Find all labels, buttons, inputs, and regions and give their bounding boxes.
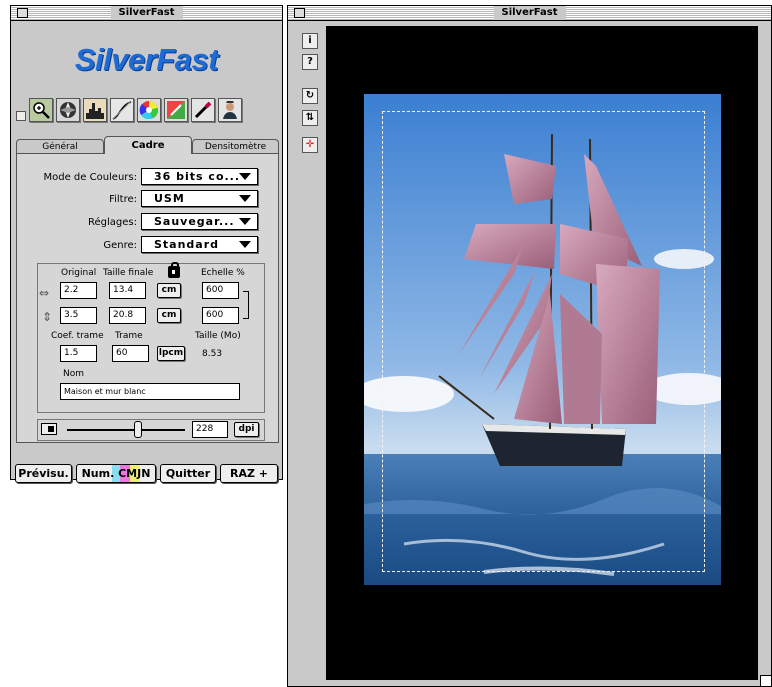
tab-cadre[interactable]: Cadre [104, 136, 192, 154]
raz-button[interactable]: RAZ + [220, 464, 278, 483]
mode-popup[interactable]: 36 bits co... [141, 168, 258, 185]
resolution-slider-track[interactable] [67, 429, 185, 431]
control-window-titlebar[interactable]: SilverFast [11, 6, 282, 21]
popup-arrow-icon [239, 218, 251, 225]
flip-icon[interactable]: ⇅ [302, 110, 318, 126]
width-taille-field[interactable]: 13.4 [109, 282, 146, 299]
filtre-label: Filtre: [109, 194, 137, 205]
tab-densitometre[interactable]: Densitomètre [192, 139, 279, 153]
resolution-unit-button[interactable]: dpi [234, 422, 259, 437]
reglages-label: Réglages: [88, 217, 137, 228]
height-unit-button[interactable]: cm [157, 308, 181, 323]
width-original-field[interactable]: 2.2 [60, 282, 97, 299]
pipette-icon[interactable] [191, 98, 215, 122]
tab-bar: Général Cadre Densitomètre [16, 136, 279, 154]
mode-value: 36 bits co... [154, 170, 241, 183]
height-original-field[interactable]: 3.5 [60, 307, 97, 324]
reglages-value: Sauvegar... [154, 215, 235, 228]
tool-toolbar [11, 98, 284, 126]
scanner-operator-icon[interactable] [218, 98, 242, 122]
info-icon[interactable]: i [302, 33, 318, 49]
original-header: Original [61, 268, 97, 278]
preview-window-title: SilverFast [493, 6, 566, 20]
help-icon[interactable]: ? [302, 54, 318, 70]
silverfast-logo: SilverFast [74, 42, 219, 77]
genre-popup[interactable]: Standard [141, 236, 258, 253]
close-box-icon[interactable] [294, 8, 305, 18]
height-scale-field[interactable]: 600 [202, 307, 239, 324]
taille-finale-header: Taille finale [103, 268, 154, 278]
scale-link-bracket [243, 291, 249, 319]
lock-icon[interactable] [168, 262, 180, 278]
width-arrow-icon: ⇔ [39, 286, 50, 300]
resize-handle-icon[interactable] [760, 675, 771, 686]
taille-mo-value: 8.53 [202, 349, 223, 359]
airplane-icon[interactable]: ✛ [302, 137, 318, 153]
trame-header: Trame [115, 331, 143, 341]
nom-header: Nom [63, 369, 85, 379]
selection-frame[interactable] [382, 111, 705, 572]
rotate-icon[interactable]: ↻ [302, 88, 318, 104]
color-correction-icon[interactable] [164, 98, 188, 122]
coef-trame-header: Coef. trame [51, 331, 104, 341]
popup-arrow-icon [239, 173, 251, 180]
popup-arrow-icon [239, 195, 251, 202]
zoom-icon[interactable] [29, 98, 53, 122]
gradation-curve-icon[interactable] [110, 98, 134, 122]
trame-unit-button[interactable]: lpcm [157, 346, 185, 361]
scanner-lamp-icon [41, 423, 57, 435]
trame-field[interactable]: 60 [112, 345, 149, 362]
histogram-icon[interactable] [83, 98, 107, 122]
width-scale-field[interactable]: 600 [202, 282, 239, 299]
control-window: SilverFast SilverFast Général Cadre Dens… [10, 5, 284, 483]
reglages-popup[interactable]: Sauvegar... [141, 213, 258, 230]
quitter-button[interactable]: Quitter [160, 464, 216, 483]
echelle-header: Echelle % [201, 268, 245, 278]
previsu-button[interactable]: Prévisu. [15, 464, 72, 483]
color-wheel-icon[interactable] [137, 98, 161, 122]
aperture-icon[interactable] [56, 98, 80, 122]
filtre-value: USM [154, 192, 185, 205]
mode-label: Mode de Couleurs: [43, 172, 137, 183]
coef-trame-field[interactable]: 1.5 [60, 345, 97, 362]
popup-arrow-icon [239, 241, 251, 248]
num-cmjn-button[interactable]: Num. CMJN [76, 464, 156, 483]
height-taille-field[interactable]: 20.8 [109, 307, 146, 324]
tab-general[interactable]: Général [16, 139, 104, 153]
resolution-slider-thumb[interactable] [133, 421, 142, 438]
genre-value: Standard [154, 238, 220, 251]
preview-window: SilverFast i ? ↻ ⇅ ✛ [287, 5, 772, 687]
width-unit-button[interactable]: cm [157, 283, 181, 298]
resolution-field[interactable]: 228 [192, 421, 228, 438]
collapse-arrow-icon[interactable] [16, 111, 26, 121]
genre-label: Genre: [103, 240, 137, 251]
preview-window-titlebar[interactable]: SilverFast [288, 6, 771, 21]
height-arrow-icon: ⇕ [42, 310, 53, 324]
filtre-popup[interactable]: USM [141, 190, 258, 207]
taille-mo-header: Taille (Mo) [195, 331, 241, 341]
control-window-title: SilverFast [110, 6, 183, 20]
close-box-icon[interactable] [17, 8, 28, 18]
nom-field[interactable]: Maison et mur blanc [60, 383, 240, 400]
